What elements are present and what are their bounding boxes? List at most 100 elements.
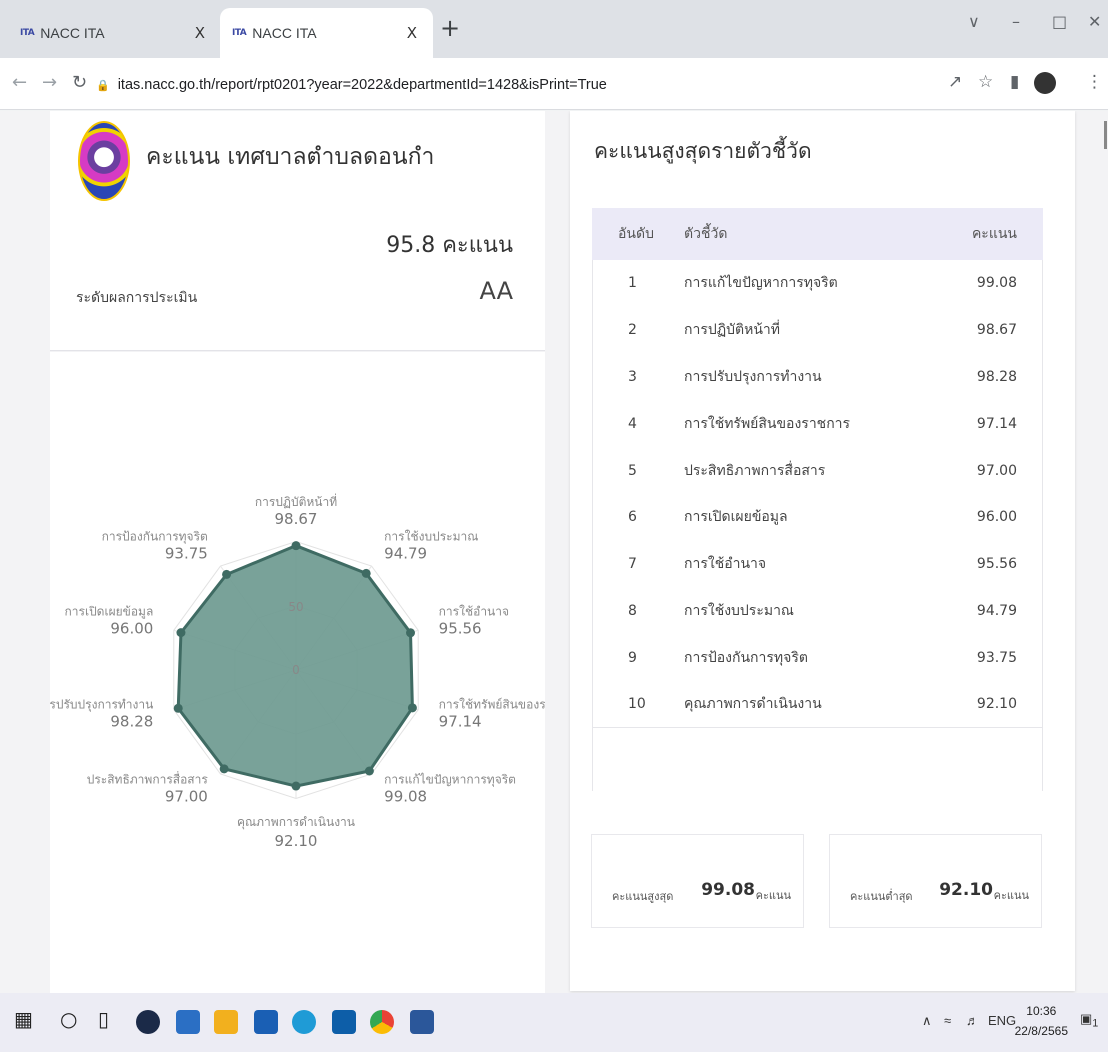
close-tab-icon[interactable]: X	[191, 24, 209, 42]
back-icon[interactable]: ←	[12, 72, 27, 93]
radar-data-point	[291, 541, 301, 551]
clock-time: 10:36	[1026, 1004, 1057, 1018]
app-icon-1[interactable]	[136, 1010, 160, 1034]
header-indicator: ตัวชี้วัด	[684, 208, 954, 260]
row-indicator: คุณภาพการดำเนินงาน	[684, 681, 954, 729]
row-rank: 2	[628, 322, 637, 339]
table-row: 8 การใช้งบประมาณ 94.79	[592, 588, 1043, 635]
table-row: 10 คุณภาพการดำเนินงาน 92.10	[592, 681, 1043, 729]
volume-icon[interactable]: ♬	[966, 1013, 979, 1028]
table-row: 7 การใช้อำนาจ 95.56	[592, 541, 1043, 588]
radar-data-point	[406, 628, 416, 638]
page-scrollbar[interactable]	[1104, 121, 1107, 149]
radar-axis-label: การใช้อำนาจ	[439, 605, 509, 619]
row-rank: 6	[628, 509, 637, 526]
header-rank: อันดับ	[592, 208, 684, 260]
radar-scale-label: 50	[288, 600, 303, 614]
notification-icon[interactable]: ▣1	[1080, 1011, 1098, 1030]
address-bar[interactable]: 🔒 itas.nacc.go.th/report/rpt0201?year=20…	[96, 68, 986, 102]
radar-data-point	[361, 568, 371, 578]
radar-axis-label: การปรับปรุงการทำงาน	[50, 697, 153, 712]
word-icon[interactable]	[410, 1010, 434, 1034]
level-grade: AA	[479, 277, 513, 305]
radar-value-label: 96.00	[110, 620, 153, 638]
radar-data-point	[291, 781, 301, 791]
radar-data-point	[176, 628, 186, 638]
radar-axis-label: ประสิทธิภาพการสื่อสาร	[87, 770, 209, 786]
table-row: 1 การแก้ไขปัญหาการทุจริต 99.08	[592, 260, 1043, 307]
row-indicator: การปฏิบัติหน้าที่	[684, 322, 781, 339]
minimize-icon[interactable]: –	[1012, 12, 1020, 31]
row-indicator: การป้องกันการทุจริต	[684, 649, 808, 666]
share-icon[interactable]: ↗	[948, 72, 962, 92]
row-score: 95.56	[976, 556, 1017, 573]
windows-taskbar: ▦ ○ ▯ ∧ ≈ ♬ ENG 10:36 22/8/2565 ▣1	[0, 993, 1108, 1052]
radar-data-point	[222, 569, 232, 579]
row-rank: 3	[628, 368, 637, 385]
new-tab-button[interactable]: +	[440, 14, 460, 42]
url-text[interactable]: itas.nacc.go.th/report/rpt0201?year=2022…	[118, 77, 607, 93]
municipality-logo	[78, 121, 130, 201]
row-indicator: การแก้ไขปัญหาการทุจริต	[684, 275, 838, 292]
chrome-icon[interactable]	[370, 1010, 394, 1034]
ita-favicon-icon: ITA	[20, 28, 35, 38]
app-icon-2[interactable]	[176, 1010, 200, 1034]
language-indicator[interactable]: ENG	[988, 1013, 1016, 1028]
row-score: 92.10	[954, 681, 1043, 729]
row-score: 98.67	[976, 322, 1017, 339]
close-window-icon[interactable]: ✕	[1088, 12, 1101, 31]
row-rank: 1	[628, 275, 637, 292]
row-score: 94.79	[976, 602, 1017, 619]
system-clock[interactable]: 10:36 22/8/2565	[1015, 1001, 1068, 1041]
radar-data-point	[219, 764, 229, 774]
store-icon[interactable]	[254, 1010, 278, 1034]
row-rank: 10	[592, 681, 684, 729]
windows-start-icon[interactable]: ▦	[14, 1007, 33, 1031]
radar-value-label: 93.75	[165, 545, 208, 563]
row-rank: 9	[628, 649, 637, 666]
network-icon[interactable]: ≈	[944, 1013, 951, 1028]
radar-chart: 500การปฏิบัติหน้าที่98.67การใช้งบประมาณ9…	[50, 493, 545, 850]
close-tab-icon[interactable]: X	[403, 24, 421, 42]
row-indicator: การใช้งบประมาณ	[684, 602, 794, 619]
radar-axis-label: การใช้ทรัพย์สินของราชก	[439, 697, 545, 711]
row-score: 96.00	[976, 509, 1017, 526]
ita-favicon-icon: ITA	[232, 28, 247, 38]
mail-icon[interactable]	[332, 1010, 356, 1034]
profile-avatar[interactable]	[1034, 72, 1056, 94]
row-indicator: การใช้อำนาจ	[684, 556, 767, 573]
ranking-title: คะแนนสูงสุดรายตัวชี้วัด	[594, 139, 812, 163]
browser-tab-1[interactable]: ITA NACC ITA X	[8, 8, 221, 58]
forward-icon[interactable]: →	[42, 72, 57, 93]
tab-search-icon[interactable]: ∨	[968, 12, 980, 31]
radar-axis-label: การเปิดเผยข้อมูล	[65, 605, 154, 620]
edge-icon[interactable]	[292, 1010, 316, 1034]
menu-dots-icon[interactable]: ⋮	[1086, 72, 1103, 92]
tab-title: NACC ITA	[40, 25, 105, 41]
row-rank: 8	[628, 602, 637, 619]
side-panel-icon[interactable]: ▮	[1010, 72, 1019, 92]
reload-icon[interactable]: ↻	[72, 72, 87, 93]
row-indicator: การเปิดเผยข้อมูล	[684, 509, 788, 526]
row-score: 97.00	[976, 462, 1017, 479]
task-view-icon[interactable]: ▯	[98, 1007, 109, 1031]
radar-value-label: 94.79	[384, 545, 427, 563]
file-explorer-icon[interactable]	[214, 1010, 238, 1034]
restore-icon[interactable]: □	[1052, 12, 1067, 31]
bookmark-star-icon[interactable]: ☆	[978, 72, 993, 92]
row-rank: 7	[628, 556, 637, 573]
max-score-label: คะแนนสูงสุด	[612, 890, 674, 903]
search-icon[interactable]: ○	[60, 1007, 77, 1031]
radar-value-label: 98.67	[275, 510, 318, 528]
radar-data-point	[407, 703, 417, 713]
tray-chevron-icon[interactable]: ∧	[922, 1013, 932, 1029]
summary-card: คะแนน เทศบาลตำบลดอนกำ 95.8 คะแนน ระดับผล…	[50, 111, 545, 351]
radar-value-label: 95.56	[439, 620, 482, 638]
lock-icon[interactable]: 🔒	[96, 79, 110, 92]
radar-value-label: 98.28	[110, 712, 153, 730]
browser-tab-2[interactable]: ITA NACC ITA X	[220, 8, 433, 58]
radar-value-label: 92.10	[275, 832, 318, 850]
row-score: 99.08	[976, 275, 1017, 292]
radar-value-label: 97.14	[439, 712, 482, 730]
radar-chart-card: 50 0 การปฏิบัติหน้าที่ 98.67 การใช้งบประมาณ 9…	[50, 352, 545, 993]
